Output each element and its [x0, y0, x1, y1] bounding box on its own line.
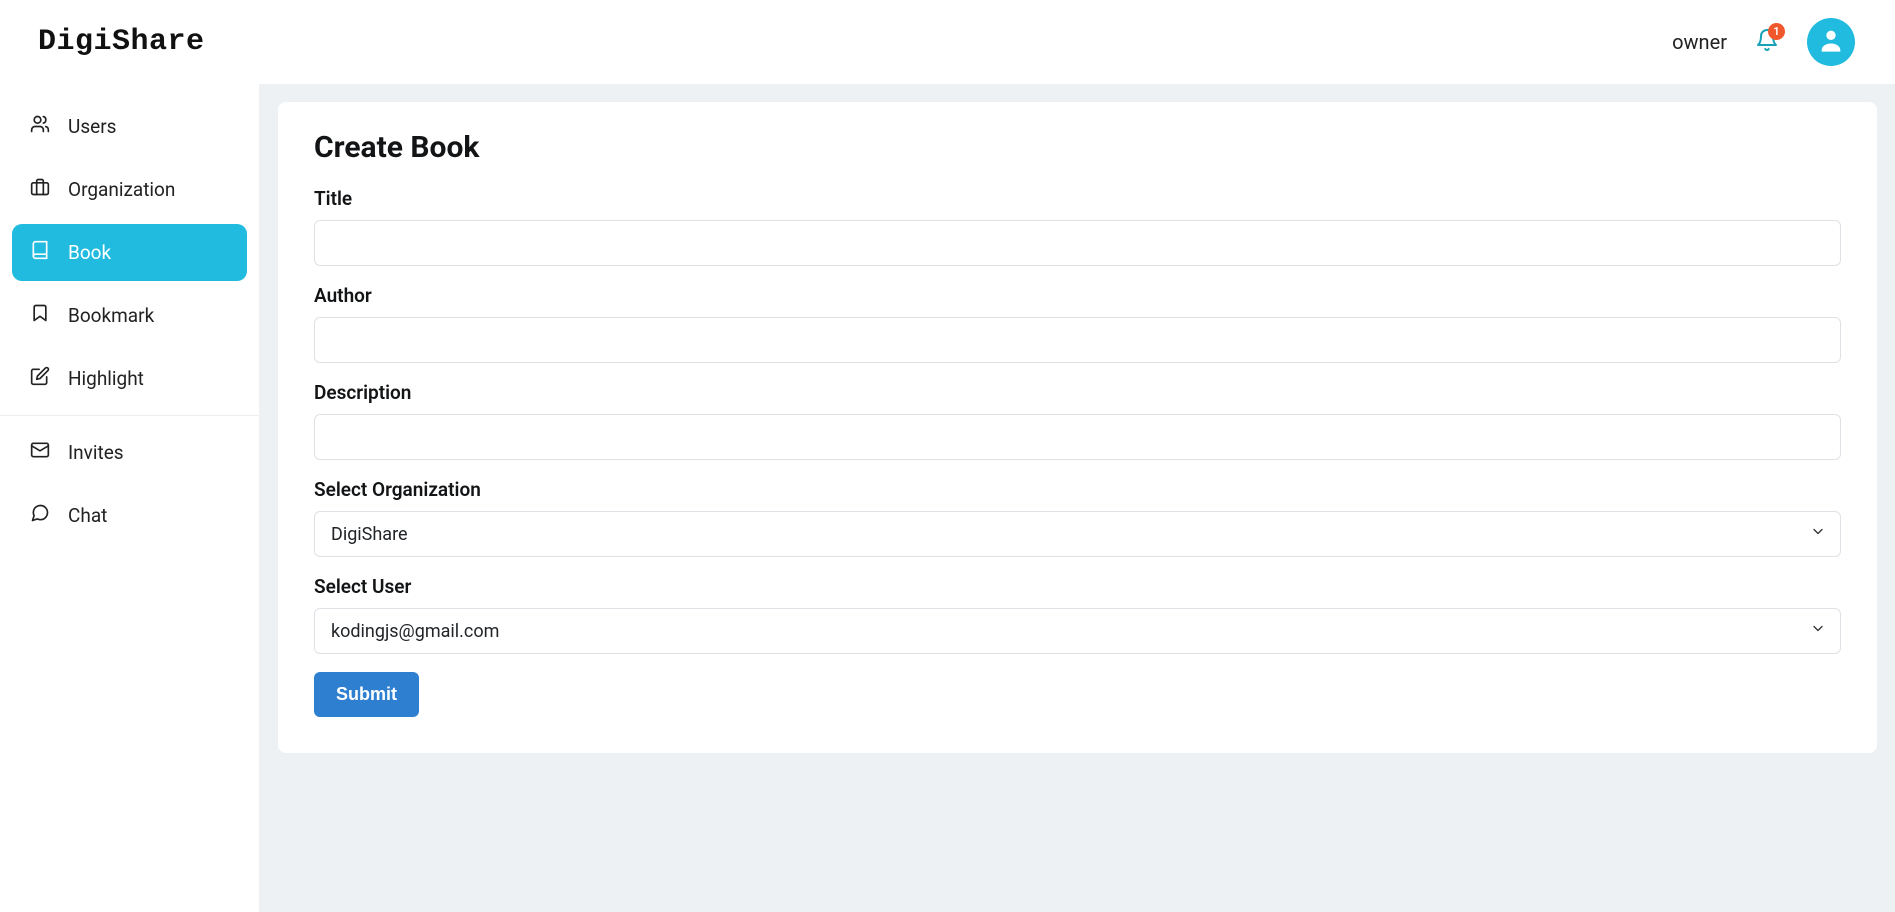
sidebar-divider: [0, 415, 259, 416]
notification-badge: 1: [1768, 23, 1785, 40]
chevron-down-icon: [1810, 621, 1826, 642]
bookmark-icon: [30, 303, 50, 328]
sidebar-item-organization[interactable]: Organization: [12, 161, 247, 218]
notifications-button[interactable]: 1: [1755, 28, 1779, 56]
chevron-down-icon: [1810, 524, 1826, 545]
sidebar-item-users[interactable]: Users: [12, 98, 247, 155]
user-role: owner: [1672, 30, 1727, 54]
organization-selected-value: DigiShare: [331, 524, 408, 545]
briefcase-icon: [30, 177, 50, 202]
sidebar-item-book[interactable]: Book: [12, 224, 247, 281]
sidebar-item-label: Users: [68, 115, 116, 138]
form-card: Create Book Title Author Description Sel…: [278, 102, 1877, 753]
main-content: Create Book Title Author Description Sel…: [260, 84, 1895, 912]
users-icon: [30, 114, 50, 139]
sidebar: Users Organization Book Bookmark: [0, 84, 260, 912]
sidebar-item-label: Bookmark: [68, 304, 154, 327]
header-right: owner 1: [1672, 18, 1855, 66]
sidebar-item-label: Chat: [68, 504, 107, 527]
sidebar-item-label: Highlight: [68, 367, 144, 390]
brand-logo[interactable]: DigiShare: [38, 25, 205, 59]
book-icon: [30, 240, 50, 265]
organization-label: Select Organization: [314, 478, 1841, 501]
sidebar-item-bookmark[interactable]: Bookmark: [12, 287, 247, 344]
person-icon: [1817, 26, 1845, 58]
description-input[interactable]: [314, 414, 1841, 460]
author-label: Author: [314, 284, 1841, 307]
message-icon: [30, 503, 50, 528]
sidebar-item-label: Invites: [68, 441, 124, 464]
user-select[interactable]: kodingjs@gmail.com: [314, 608, 1841, 654]
author-input[interactable]: [314, 317, 1841, 363]
mail-icon: [30, 440, 50, 465]
description-label: Description: [314, 381, 1841, 404]
edit-icon: [30, 366, 50, 391]
title-label: Title: [314, 187, 1841, 210]
user-label: Select User: [314, 575, 1841, 598]
organization-select[interactable]: DigiShare: [314, 511, 1841, 557]
title-input[interactable]: [314, 220, 1841, 266]
sidebar-item-highlight[interactable]: Highlight: [12, 350, 247, 407]
sidebar-item-chat[interactable]: Chat: [12, 487, 247, 544]
sidebar-item-label: Book: [68, 241, 111, 264]
avatar[interactable]: [1807, 18, 1855, 66]
header: DigiShare owner 1: [0, 0, 1895, 84]
user-selected-value: kodingjs@gmail.com: [331, 621, 499, 642]
sidebar-item-invites[interactable]: Invites: [12, 424, 247, 481]
sidebar-item-label: Organization: [68, 178, 175, 201]
page-title: Create Book: [314, 130, 1841, 165]
submit-button[interactable]: Submit: [314, 672, 419, 717]
